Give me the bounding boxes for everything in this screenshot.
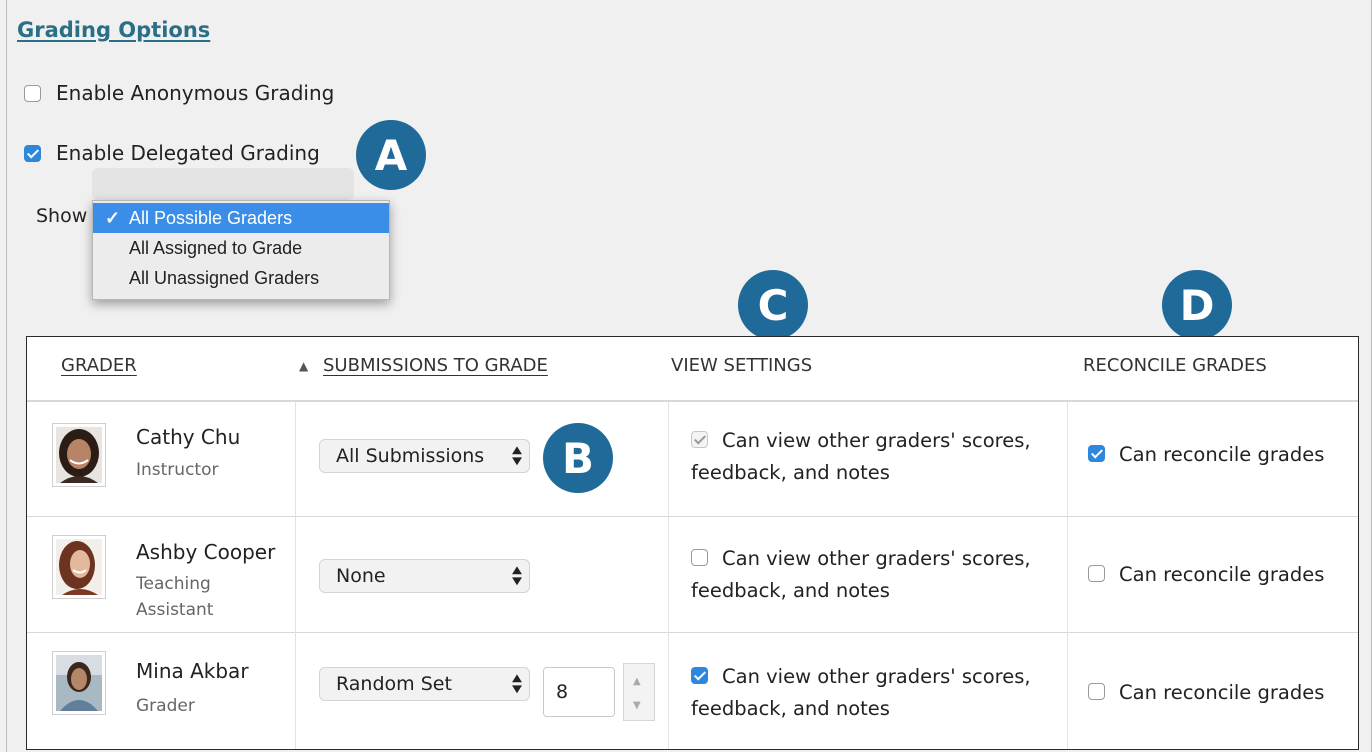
show-label: Show	[36, 205, 88, 227]
grading-options-title[interactable]: Grading Options	[17, 18, 210, 42]
grader-role: Grader	[136, 696, 195, 716]
delegated-grading-option[interactable]: Enable Delegated Grading	[24, 141, 320, 165]
view-settings-checkbox[interactable]	[691, 549, 708, 566]
column-divider	[1067, 402, 1068, 749]
reconcile-label: Can reconcile grades	[1119, 443, 1325, 466]
grader-role: Instructor	[136, 460, 219, 480]
anonymous-grading-checkbox[interactable]	[24, 84, 41, 102]
show-select-background	[92, 168, 354, 200]
anonymous-grading-option[interactable]: Enable Anonymous Grading	[24, 81, 334, 105]
select-arrows-icon: ▲ ▼	[512, 563, 522, 587]
avatar	[52, 423, 106, 487]
reconcile-cell: Can reconcile grades	[1088, 677, 1324, 709]
view-settings-label: Can view other graders' scores,	[722, 547, 1031, 570]
grader-name: Cathy Chu	[136, 425, 241, 449]
avatar-photo-icon	[56, 539, 102, 595]
select-arrows-icon: ▲ ▼	[512, 443, 522, 467]
avatar	[52, 651, 106, 715]
submissions-select-value: None	[336, 565, 386, 587]
graders-table: GRADER ▲ SUBMISSIONS TO GRADE VIEW SETTI…	[26, 336, 1359, 750]
callout-b: B	[543, 423, 613, 493]
view-settings-cell: Can view other graders' scores, feedback…	[691, 425, 1031, 489]
view-settings-checkbox[interactable]	[691, 431, 708, 448]
delegated-grading-checkbox[interactable]	[24, 144, 41, 162]
grader-name: Ashby Cooper	[136, 540, 276, 564]
callout-c: C	[738, 270, 808, 340]
delegated-grading-label[interactable]: Enable Delegated Grading	[56, 141, 320, 165]
view-settings-checkbox[interactable]	[691, 667, 708, 684]
column-divider	[295, 402, 296, 749]
selected-check-icon: ✓	[105, 208, 121, 228]
reconcile-label: Can reconcile grades	[1119, 681, 1325, 704]
submissions-select-value: Random Set	[336, 673, 452, 695]
submissions-select[interactable]: None ▲ ▼	[319, 559, 530, 593]
view-settings-label-cont: feedback, and notes	[691, 579, 890, 602]
stepper-down-icon[interactable]: ▼	[633, 700, 641, 711]
submissions-column-header[interactable]: SUBMISSIONS TO GRADE	[323, 355, 548, 376]
show-dropdown-menu[interactable]: ✓ All Possible Graders All Assigned to G…	[92, 200, 390, 300]
row-divider	[27, 632, 1358, 633]
view-settings-cell: Can view other graders' scores, feedback…	[691, 543, 1031, 607]
select-arrows-icon: ▲ ▼	[512, 671, 522, 695]
view-settings-column-header: VIEW SETTINGS	[671, 355, 813, 376]
submissions-select[interactable]: Random Set ▲ ▼	[319, 667, 530, 701]
show-option-all-assigned[interactable]: All Assigned to Grade	[93, 233, 389, 263]
view-settings-cell: Can view other graders' scores, feedback…	[691, 661, 1031, 725]
show-option-all-unassigned[interactable]: All Unassigned Graders	[93, 263, 389, 293]
grader-column-header[interactable]: GRADER	[61, 355, 137, 376]
reconcile-cell: Can reconcile grades	[1088, 439, 1324, 471]
reconcile-cell: Can reconcile grades	[1088, 559, 1324, 591]
avatar-photo-icon	[56, 655, 102, 711]
reconcile-column-header: RECONCILE GRADES	[1083, 355, 1267, 376]
show-option-all-possible[interactable]: ✓ All Possible Graders	[93, 203, 389, 233]
view-settings-label-cont: feedback, and notes	[691, 461, 890, 484]
view-settings-label-cont: feedback, and notes	[691, 697, 890, 720]
submissions-select[interactable]: All Submissions ▲ ▼	[319, 439, 530, 473]
reconcile-label: Can reconcile grades	[1119, 563, 1325, 586]
count-stepper[interactable]: ▲ ▼	[623, 663, 655, 721]
view-settings-label: Can view other graders' scores,	[722, 429, 1031, 452]
submissions-select-value: All Submissions	[336, 445, 485, 467]
reconcile-checkbox[interactable]	[1088, 445, 1105, 462]
callout-d: D	[1162, 270, 1232, 340]
column-divider	[668, 402, 669, 749]
sort-ascending-icon: ▲	[299, 359, 309, 373]
panel-left-border	[6, 0, 7, 752]
reconcile-checkbox[interactable]	[1088, 565, 1105, 582]
show-option-label: All Possible Graders	[129, 208, 293, 228]
row-divider	[27, 516, 1358, 517]
reconcile-checkbox[interactable]	[1088, 683, 1105, 700]
anonymous-grading-label[interactable]: Enable Anonymous Grading	[56, 81, 334, 105]
grader-name: Mina Akbar	[136, 659, 249, 683]
stepper-up-icon[interactable]: ▲	[633, 676, 641, 687]
grader-role: Teaching	[136, 574, 211, 594]
grader-role-cont: Assistant	[136, 600, 214, 620]
callout-a: A	[356, 120, 426, 190]
view-settings-label: Can view other graders' scores,	[722, 665, 1031, 688]
random-set-count-input[interactable]: 8	[543, 667, 615, 717]
avatar-photo-icon	[56, 427, 102, 483]
header-divider	[27, 400, 1358, 402]
avatar	[52, 535, 106, 599]
